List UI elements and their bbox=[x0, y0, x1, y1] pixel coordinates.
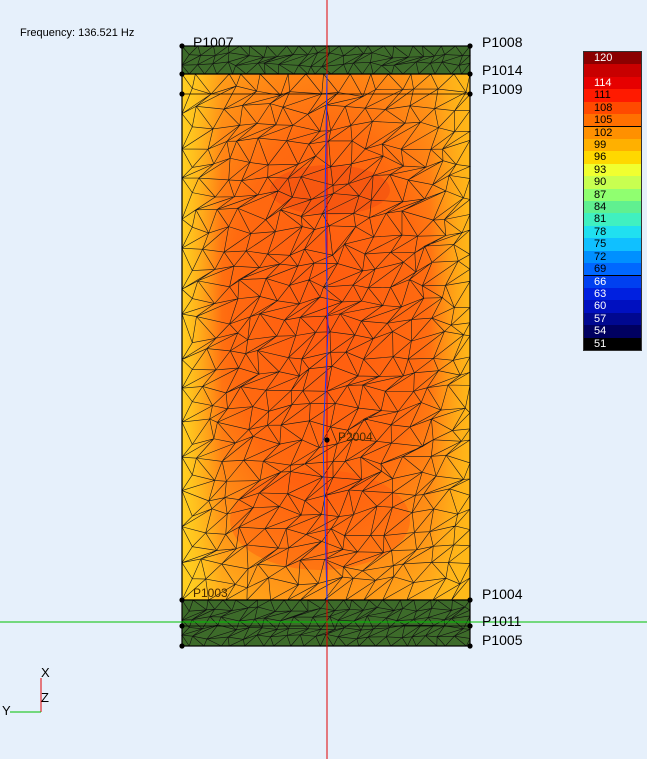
legend-row: 54 bbox=[584, 325, 641, 338]
color-legend: 120 114 111 108 105 102 99 96 93 90 87 84 81 78 75 72 69… bbox=[583, 51, 642, 351]
legend-row: 102 bbox=[584, 126, 641, 139]
axis-y-label: Y bbox=[2, 703, 11, 718]
vertex-dot bbox=[179, 71, 185, 77]
vertex-dot bbox=[467, 43, 473, 49]
point-label-p1003: P1003 bbox=[193, 586, 228, 600]
body-edge-right bbox=[430, 74, 470, 600]
legend-row: 72 bbox=[584, 250, 641, 264]
model-viewport[interactable] bbox=[0, 0, 647, 759]
point-label-p2004: P2004 bbox=[338, 430, 373, 444]
legend-row: 81 bbox=[584, 213, 641, 226]
legend-row: 66 bbox=[584, 275, 641, 288]
vertex-dot bbox=[324, 437, 330, 443]
bottom-cap bbox=[182, 600, 470, 646]
vertex-dot bbox=[179, 623, 185, 629]
legend-row: 75 bbox=[584, 238, 641, 251]
vertex-dot bbox=[467, 597, 473, 603]
frequency-readout: Frequency: 136.521 Hz bbox=[20, 27, 135, 39]
vertex-dot bbox=[179, 643, 185, 649]
vertex-dot bbox=[467, 623, 473, 629]
body-edge-left bbox=[182, 74, 222, 600]
vertex-dot bbox=[179, 597, 185, 603]
point-label-p1009: P1009 bbox=[482, 81, 523, 97]
point-label-p1008: P1008 bbox=[482, 34, 523, 50]
legend-row bbox=[584, 64, 641, 77]
legend-row: 93 bbox=[584, 163, 641, 177]
legend-row: 69 bbox=[584, 263, 641, 276]
axis-x-label: X bbox=[41, 665, 50, 680]
legend-row: 120 bbox=[584, 52, 641, 65]
vertex-dot bbox=[467, 71, 473, 77]
point-label-p1014: P1014 bbox=[482, 62, 523, 78]
legend-row: 87 bbox=[584, 188, 641, 201]
legend-row: 99 bbox=[584, 138, 641, 152]
legend-row: 96 bbox=[584, 151, 641, 164]
legend-row: 78 bbox=[584, 225, 641, 239]
legend-row: 90 bbox=[584, 176, 641, 189]
axis-z-label: Z bbox=[41, 690, 49, 705]
vertex-dot bbox=[467, 643, 473, 649]
point-label-p1007: P1007 bbox=[193, 34, 234, 50]
vertex-dot bbox=[179, 43, 185, 49]
legend-row: 105 bbox=[584, 114, 641, 127]
vertex-dot bbox=[179, 91, 185, 97]
vertex-dot bbox=[467, 91, 473, 97]
point-label-p1004: P1004 bbox=[482, 586, 523, 602]
legend-row: 108 bbox=[584, 101, 641, 115]
legend-row: 114 bbox=[584, 76, 641, 90]
legend-row: 57 bbox=[584, 312, 641, 326]
legend-row: 84 bbox=[584, 201, 641, 214]
legend-row: 63 bbox=[584, 287, 641, 301]
legend-row: 111 bbox=[584, 89, 641, 102]
point-label-p1011: P1011 bbox=[482, 613, 522, 629]
point-label-p1005: P1005 bbox=[482, 632, 523, 648]
legend-row: 60 bbox=[584, 300, 641, 313]
axis-triad: X Z Y bbox=[0, 660, 70, 720]
legend-row: 51 bbox=[584, 337, 641, 350]
